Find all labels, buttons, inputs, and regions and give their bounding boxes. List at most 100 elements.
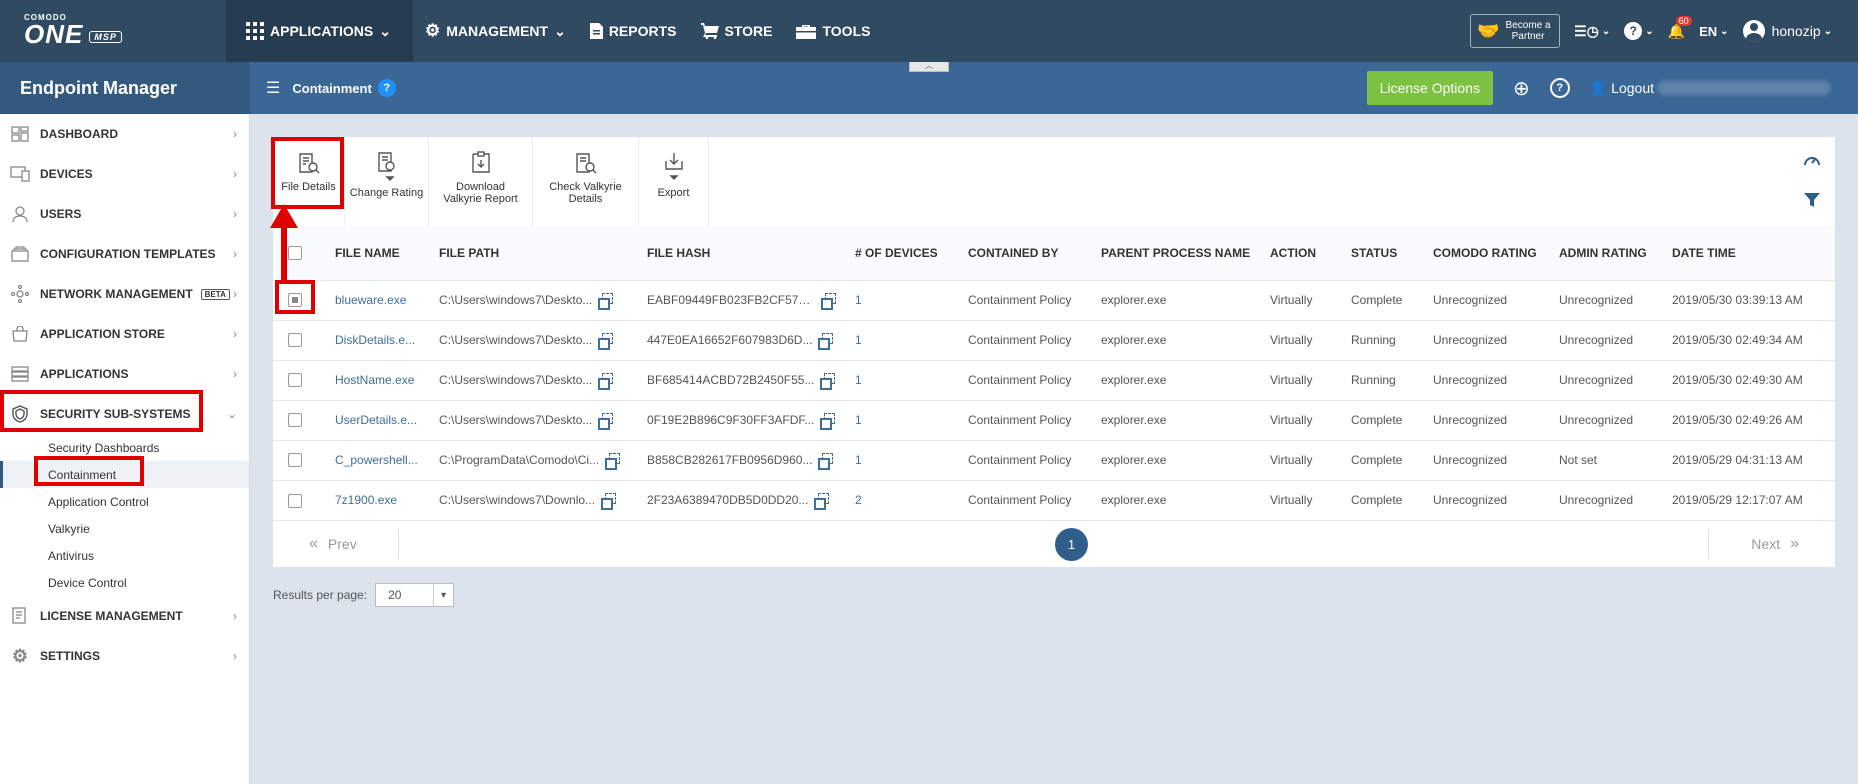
dashboard-gauge-icon[interactable] (1803, 151, 1821, 170)
sidebar-item-devices[interactable]: DEVICES › (0, 154, 249, 194)
nav-tools[interactable]: TOOLS (784, 0, 882, 62)
copy-icon[interactable] (598, 373, 614, 390)
chevron-right-icon: › (233, 287, 237, 301)
file-name-link[interactable]: 7z1900.exe (335, 480, 439, 520)
filter-icon[interactable] (1804, 192, 1820, 211)
logo-one: ONE (24, 19, 84, 50)
user-menu[interactable]: honozip ⌄ (1742, 20, 1832, 42)
copy-icon[interactable] (820, 373, 836, 390)
chevron-down-icon: ⌄ (226, 407, 237, 421)
sidebar-item-configuration-templates[interactable]: CONFIGURATION TEMPLATES › (0, 234, 249, 274)
next-button[interactable]: Next » (1751, 535, 1799, 553)
sidebar-item-settings[interactable]: ⚙ SETTINGS › (0, 636, 249, 676)
nav-management[interactable]: ⚙ MANAGEMENT ⌄ (413, 0, 578, 62)
row-checkbox[interactable] (288, 493, 302, 508)
copy-icon[interactable] (598, 413, 614, 430)
question-icon: ? (1624, 22, 1643, 40)
user-icon: 👤 (1589, 79, 1608, 96)
devices-count-link[interactable]: 1 (855, 320, 968, 360)
nav-reports[interactable]: REPORTS (578, 0, 689, 62)
copy-icon[interactable] (598, 293, 614, 310)
sidebar-item-network-management[interactable]: NETWORK MANAGEMENT BETA › (0, 274, 249, 314)
page-1-button[interactable]: 1 (1055, 528, 1088, 561)
col-file-name[interactable]: FILE NAME (335, 226, 439, 280)
prev-button[interactable]: « Prev (309, 535, 357, 553)
col-devices[interactable]: # OF DEVICES (855, 226, 968, 280)
select-all-checkbox[interactable] (288, 246, 302, 261)
sidebar: DASHBOARD › DEVICES › USERS › CONFIGURAT… (0, 114, 250, 784)
change-rating-label: Change Rating (349, 187, 424, 199)
copy-icon[interactable] (818, 453, 834, 470)
col-date-time[interactable]: DATE TIME (1672, 226, 1835, 280)
comodo-one-logo[interactable]: COMODO ONE MSP (0, 0, 226, 62)
sidebar-item-dashboard[interactable]: DASHBOARD › (0, 114, 249, 154)
license-options-button[interactable]: License Options (1366, 71, 1493, 105)
help-dropdown[interactable]: ? ⌄ (1624, 22, 1654, 40)
col-parent-process[interactable]: PARENT PROCESS NAME (1101, 226, 1270, 280)
sidebar-item-users[interactable]: USERS › (0, 194, 249, 234)
support-icon[interactable]: ? (1549, 78, 1570, 98)
table-row[interactable]: 7z1900.exe C:\Users\windows7\Downlo... 2F2… (273, 480, 1835, 520)
row-checkbox[interactable] (288, 413, 302, 428)
add-circle-icon[interactable]: ⊕ (1513, 76, 1530, 101)
copy-icon[interactable] (605, 453, 621, 470)
nav-applications[interactable]: APPLICATIONS ⌄ (226, 0, 413, 62)
file-name-link[interactable]: DiskDetails.e... (335, 320, 439, 360)
copy-icon[interactable] (818, 333, 834, 350)
row-checkbox[interactable] (288, 453, 302, 468)
table-row[interactable]: UserDetails.e... C:\Users\windows7\Deskto… (273, 400, 1835, 440)
top-right-controls: 🤝 Become a Partner ☰◷ ⌄ ? ⌄ 🔔 60 EN ⌄ honozip… (1470, 0, 1858, 62)
comodo-rating-cell: Unrecognized (1433, 453, 1508, 467)
annotation-arrow-shaft (281, 225, 287, 283)
change-rating-button[interactable]: Change Rating (345, 137, 429, 226)
copy-icon[interactable] (820, 413, 836, 430)
table-row[interactable]: C_powershell... C:\ProgramData\Comodo\Ci.… (273, 440, 1835, 480)
table-row[interactable]: blueware.exe C:\Users\windows7\Deskto... E… (273, 280, 1835, 320)
page-help-icon[interactable]: ? (377, 79, 396, 97)
nav-store[interactable]: STORE (689, 0, 785, 62)
row-checkbox[interactable] (288, 373, 302, 388)
network-icon (10, 285, 30, 303)
col-action[interactable]: ACTION (1270, 226, 1351, 280)
copy-icon[interactable] (601, 493, 617, 511)
copy-icon[interactable] (821, 293, 836, 310)
copy-icon[interactable] (598, 333, 614, 350)
sidebar-subitem-application-control[interactable]: Application Control (0, 488, 249, 515)
row-checkbox[interactable] (288, 333, 302, 348)
become-partner-button[interactable]: 🤝 Become a Partner (1470, 14, 1561, 48)
table-row[interactable]: HostName.exe C:\Users\windows7\Deskto... B… (273, 360, 1835, 400)
download-valkyrie-report-button[interactable]: Download Valkyrie Report (429, 137, 533, 226)
sidebar-item-license-management[interactable]: LICENSE MANAGEMENT › (0, 596, 249, 636)
notifications-button[interactable]: 🔔 60 (1668, 15, 1692, 40)
file-name-link[interactable]: HostName.exe (335, 360, 439, 400)
sidebar-item-applications[interactable]: APPLICATIONS › (0, 354, 249, 394)
devices-count-link[interactable]: 1 (855, 280, 968, 320)
check-valkyrie-details-button[interactable]: Check Valkyrie Details (533, 137, 639, 226)
col-file-path[interactable]: FILE PATH (439, 226, 647, 280)
file-name-link[interactable]: UserDetails.e... (335, 400, 439, 440)
copy-icon[interactable] (814, 493, 830, 511)
results-per-page-select[interactable]: 20 ▾ (375, 583, 455, 607)
col-file-hash[interactable]: FILE HASH (647, 226, 855, 280)
logout-button[interactable]: 👤 Logout (1590, 80, 1830, 97)
recent-activity-dropdown[interactable]: ☰◷ ⌄ (1574, 23, 1610, 40)
sidebar-subitem-valkyrie[interactable]: Valkyrie (0, 515, 249, 542)
language-dropdown[interactable]: EN ⌄ (1699, 24, 1728, 39)
collapse-header-tab[interactable]: ︿ (909, 62, 949, 72)
col-status[interactable]: STATUS (1351, 226, 1433, 280)
devices-count-link[interactable]: 1 (855, 400, 968, 440)
col-contained-by[interactable]: CONTAINED BY (968, 226, 1101, 280)
col-admin-rating[interactable]: ADMIN RATING (1559, 226, 1672, 280)
devices-count-link[interactable]: 2 (855, 480, 968, 520)
file-name-link[interactable]: blueware.exe (335, 280, 439, 320)
sidebar-subitem-device-control[interactable]: Device Control (0, 569, 249, 596)
devices-count-link[interactable]: 1 (855, 440, 968, 480)
sidebar-item-application-store[interactable]: APPLICATION STORE › (0, 314, 249, 354)
export-button[interactable]: Export (639, 137, 709, 226)
devices-count-link[interactable]: 1 (855, 360, 968, 400)
sidebar-subitem-antivirus[interactable]: Antivirus (0, 542, 249, 569)
table-row[interactable]: DiskDetails.e... C:\Users\windows7\Deskto… (273, 320, 1835, 360)
file-name-link[interactable]: C_powershell... (335, 440, 439, 480)
col-comodo-rating[interactable]: COMODO RATING (1433, 226, 1559, 280)
hamburger-icon[interactable]: ☰ (266, 78, 280, 98)
